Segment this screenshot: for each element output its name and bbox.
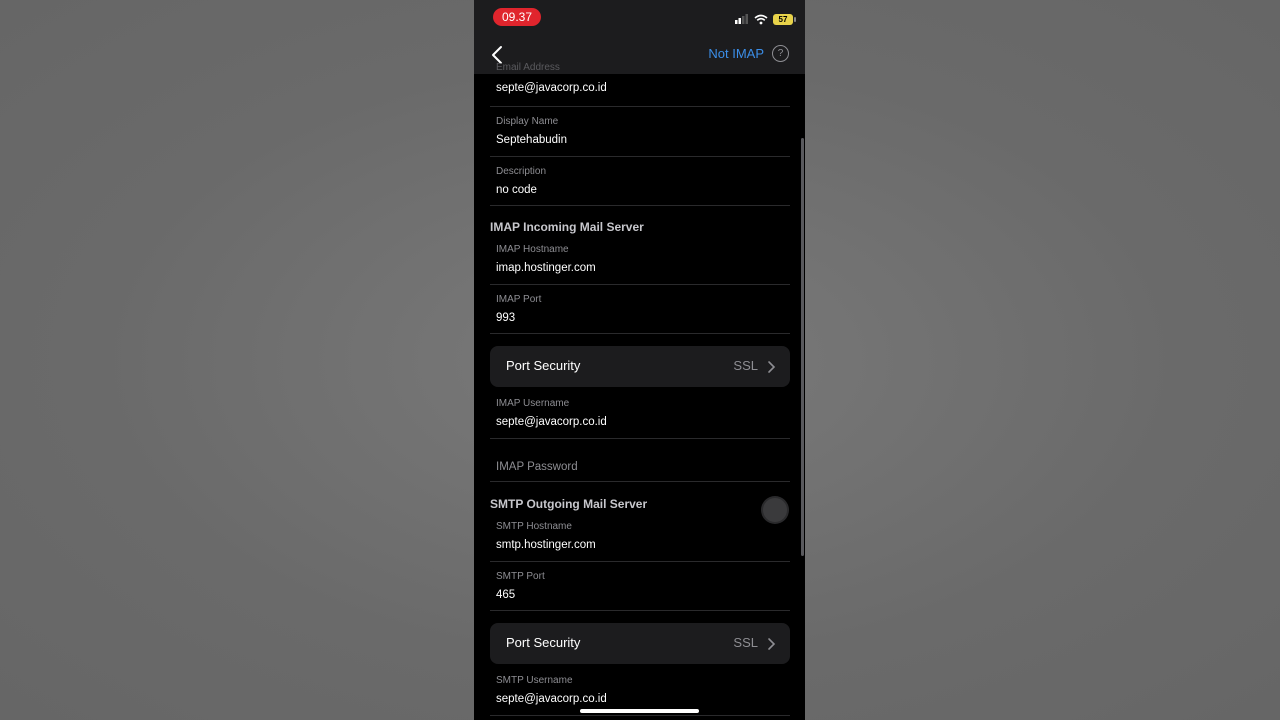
nav-right-group: Not IMAP ?	[708, 45, 789, 62]
cellular-signal-icon	[735, 14, 748, 24]
email-field[interactable]: Email Address septe@javacorp.co.id	[490, 62, 790, 107]
display-name-label: Display Name	[496, 116, 559, 127]
email-value: septe@javacorp.co.id	[496, 82, 607, 94]
display-name-field[interactable]: Display Name Septehabudin	[490, 106, 790, 157]
smtp-port-security-row[interactable]: Port Security SSL	[490, 623, 790, 664]
display-name-value: Septehabudin	[496, 134, 567, 146]
imap-port-field[interactable]: IMAP Port 993	[490, 284, 790, 334]
assistive-touch-button[interactable]	[763, 498, 787, 522]
phone-screen: 09.37 57 Not IMAP ? Email Address septe@…	[474, 0, 805, 720]
imap-port-label: IMAP Port	[496, 294, 542, 305]
imap-port-value: 993	[496, 312, 516, 324]
imap-hostname-field[interactable]: IMAP Hostname imap.hostinger.com	[490, 234, 790, 285]
smtp-hostname-label: SMTP Hostname	[496, 521, 572, 532]
smtp-port-label: SMTP Port	[496, 571, 545, 582]
description-value: no code	[496, 184, 537, 196]
smtp-section-header: SMTP Outgoing Mail Server	[490, 497, 648, 511]
imap-username-value: septe@javacorp.co.id	[496, 416, 607, 428]
smtp-username-value: septe@javacorp.co.id	[496, 693, 607, 705]
description-field[interactable]: Description no code	[490, 156, 790, 206]
smtp-port-field[interactable]: SMTP Port 465	[490, 561, 790, 611]
status-time: 09.37	[493, 8, 541, 26]
home-indicator[interactable]	[580, 709, 699, 713]
wifi-icon	[754, 14, 768, 24]
battery-icon: 57	[773, 13, 796, 25]
imap-port-security-row[interactable]: Port Security SSL	[490, 346, 790, 387]
smtp-port-security-value: SSL	[733, 635, 758, 650]
smtp-hostname-field[interactable]: SMTP Hostname smtp.hostinger.com	[490, 511, 790, 562]
imap-hostname-label: IMAP Hostname	[496, 244, 569, 255]
status-bar: 09.37 57	[474, 0, 805, 36]
smtp-port-value: 465	[496, 589, 516, 601]
imap-port-security-label: Port Security	[506, 358, 581, 373]
question-circle-icon[interactable]: ?	[772, 45, 789, 62]
smtp-hostname-value: smtp.hostinger.com	[496, 539, 596, 551]
status-icons: 57	[735, 12, 796, 26]
smtp-username-label: SMTP Username	[496, 675, 573, 686]
imap-username-field[interactable]: IMAP Username septe@javacorp.co.id	[490, 388, 790, 439]
imap-hostname-value: imap.hostinger.com	[496, 262, 596, 274]
imap-section-header: IMAP Incoming Mail Server	[490, 220, 644, 234]
chevron-right-icon	[768, 361, 776, 373]
vertical-scrollbar[interactable]	[801, 138, 804, 556]
email-label: Email Address	[496, 62, 560, 73]
imap-username-label: IMAP Username	[496, 398, 570, 409]
not-imap-button[interactable]: Not IMAP	[708, 46, 764, 61]
imap-port-security-value: SSL	[733, 358, 758, 373]
description-label: Description	[496, 166, 547, 177]
imap-password-placeholder: IMAP Password	[496, 461, 578, 473]
chevron-right-icon	[768, 638, 776, 650]
imap-password-field[interactable]: IMAP Password	[490, 438, 790, 482]
smtp-port-security-label: Port Security	[506, 635, 581, 650]
